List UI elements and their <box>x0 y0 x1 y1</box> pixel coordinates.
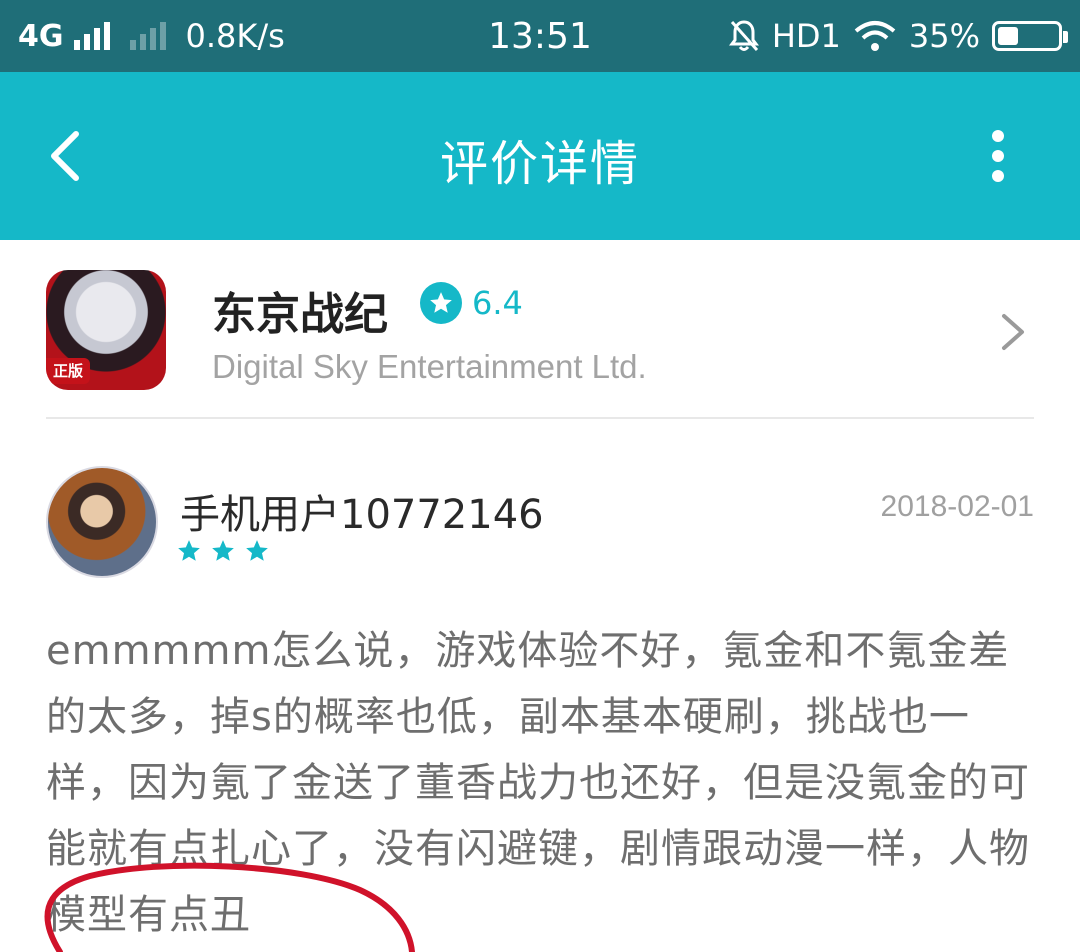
status-bar: 4G 0.8K/s 13:51 HD1 35% <box>0 0 1080 72</box>
page-title: 评价详情 <box>439 136 640 192</box>
chevron-right-icon <box>1002 314 1024 350</box>
mute-bell-icon <box>728 20 759 51</box>
rating-value: 6.4 <box>472 284 523 322</box>
more-vertical-icon <box>992 130 1004 182</box>
review-text: emmmmm怎么说，游戏体验不好，氪金和不氪金差的太多，掉s的概率也低，副本基本… <box>46 628 1030 938</box>
app-rating: 6.4 <box>420 282 523 324</box>
star-icon <box>246 540 268 561</box>
app-bar: 评价详情 <box>0 72 1080 240</box>
star-badge-icon <box>420 282 462 324</box>
avatar[interactable] <box>46 466 158 578</box>
app-icon-tag: 正版 <box>46 358 90 384</box>
app-info-row[interactable]: 正版 东京战纪 6.4 Digital Sky Entertainment Lt… <box>0 240 1080 420</box>
star-icon <box>212 540 234 561</box>
app-name: 东京战纪 <box>212 289 388 340</box>
battery-level <box>998 27 1018 45</box>
wifi-icon <box>854 21 896 51</box>
review-date: 2018-02-01 <box>880 490 1034 523</box>
star-icon <box>178 540 200 561</box>
battery-icon <box>992 21 1068 51</box>
more-options-button[interactable] <box>966 128 1030 188</box>
hd-indicator: HD1 <box>771 17 841 55</box>
battery-percent: 35% <box>908 17 980 55</box>
developer-name: Digital Sky Entertainment Ltd. <box>212 348 647 385</box>
divider <box>46 417 1034 419</box>
status-right: HD1 35% <box>728 0 1068 72</box>
user-name: 手机用户10772146 <box>180 492 544 538</box>
review-stars <box>176 538 270 564</box>
app-icon: 正版 <box>46 270 166 390</box>
